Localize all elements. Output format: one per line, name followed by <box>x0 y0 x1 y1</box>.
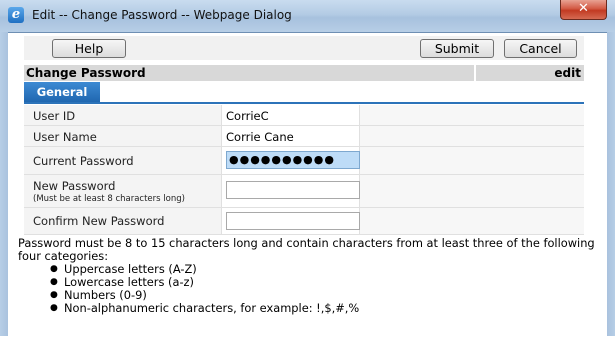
new-password-value-cell <box>222 175 360 207</box>
submit-button[interactable]: Submit <box>420 39 494 58</box>
window-titlebar[interactable]: e Edit -- Change Password -- Webpage Dia… <box>0 0 615 33</box>
new-password-hint: (Must be at least 8 characters long) <box>33 194 185 204</box>
new-password-label: New Password <box>33 179 116 193</box>
new-password-label-cell: New Password (Must be at least 8 charact… <box>24 175 222 207</box>
row-confirm-password: Confirm New Password <box>24 208 584 235</box>
new-password-field[interactable] <box>226 181 360 199</box>
row-filler <box>360 208 584 234</box>
password-requirements: Password must be 8 to 15 characters long… <box>18 236 598 316</box>
user-name-value: Corrie Cane <box>226 130 294 144</box>
user-name-label-cell: User Name <box>24 126 222 146</box>
tab-bar: General <box>24 82 584 104</box>
mode-label: edit <box>554 66 581 80</box>
toolbar: Help Submit Cancel <box>24 36 584 60</box>
user-name-value-cell: Corrie Cane <box>222 126 360 146</box>
row-user-name: User Name Corrie Cane <box>24 126 584 147</box>
requirements-intro: Password must be 8 to 15 characters long… <box>18 236 595 263</box>
current-password-value-cell: ●●●●●●●●●● <box>222 147 360 174</box>
header-divider <box>474 65 476 81</box>
section-header: Change Password edit <box>24 65 584 81</box>
user-id-value-cell: CorrieC <box>222 105 360 125</box>
row-new-password: New Password (Must be at least 8 charact… <box>24 175 584 208</box>
confirm-password-label: Confirm New Password <box>33 214 165 228</box>
user-id-label: User ID <box>33 109 76 123</box>
ie-icon: e <box>8 7 24 23</box>
row-user-id: User ID CorrieC <box>24 105 584 126</box>
row-filler <box>360 147 584 174</box>
window-frame-left <box>0 32 8 336</box>
cancel-button[interactable]: Cancel <box>504 39 577 58</box>
confirm-password-value-cell <box>222 208 360 234</box>
user-id-label-cell: User ID <box>24 105 222 125</box>
section-title: Change Password <box>26 66 146 80</box>
dialog-content: Help Submit Cancel Change Password edit … <box>8 32 607 337</box>
row-current-password: Current Password ●●●●●●●●●● <box>24 147 584 175</box>
current-password-label-cell: Current Password <box>24 147 222 174</box>
requirements-list: Uppercase letters (A-Z) Lowercase letter… <box>18 263 598 316</box>
row-filler <box>360 175 584 207</box>
help-button[interactable]: Help <box>52 39 126 58</box>
confirm-password-field[interactable] <box>226 212 360 230</box>
user-id-value: CorrieC <box>226 109 269 123</box>
user-name-label: User Name <box>33 130 97 144</box>
tab-general[interactable]: General <box>24 82 100 102</box>
window-frame-right <box>607 32 615 336</box>
list-item: Non-alphanumeric characters, for example… <box>50 302 598 316</box>
close-button[interactable]: ✕ <box>560 0 607 20</box>
row-filler <box>360 126 584 146</box>
row-filler <box>360 105 584 125</box>
current-password-field[interactable]: ●●●●●●●●●● <box>226 151 360 169</box>
current-password-label: Current Password <box>33 154 134 168</box>
confirm-password-label-cell: Confirm New Password <box>24 208 222 234</box>
window-title: Edit -- Change Password -- Webpage Dialo… <box>32 8 292 22</box>
